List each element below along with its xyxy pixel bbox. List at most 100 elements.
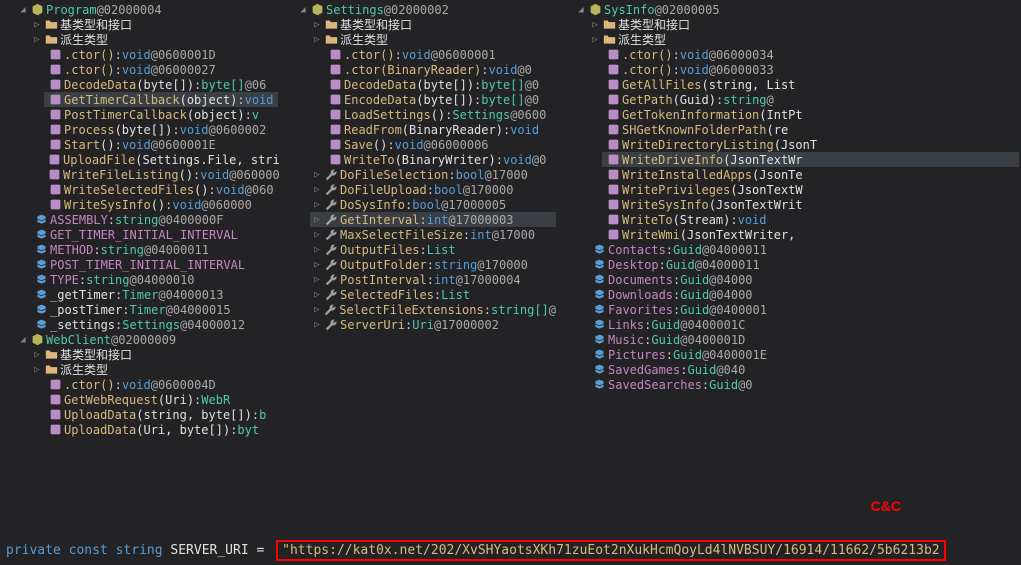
chevron-icon[interactable]: ▷ (312, 290, 322, 300)
method-node[interactable]: Start() : void @0600001E (44, 137, 278, 152)
method-node[interactable]: .ctor() : void @06000027 (44, 62, 278, 77)
field-node[interactable]: SavedSearches : Guid @0 (588, 377, 1019, 392)
method-node[interactable]: GetAllFiles(string, List (602, 77, 1019, 92)
chevron-icon[interactable]: ▷ (312, 20, 322, 30)
method-node[interactable]: ReadFrom(BinaryReader) : void (324, 122, 556, 137)
method-node[interactable]: Save() : void @06000006 (324, 137, 556, 152)
method-node[interactable]: GetWebRequest(Uri) : WebR (44, 392, 278, 407)
field-node[interactable]: _postTimer : Timer @04000015 (30, 302, 278, 317)
property-node[interactable]: ▷PostInterval : int @17000004 (310, 272, 556, 287)
field-node[interactable]: Documents : Guid @04000 (588, 272, 1019, 287)
folder-node[interactable]: ▷派生类型 (30, 362, 278, 377)
method-node[interactable]: WriteInstalledApps(JsonTe (602, 167, 1019, 182)
field-node[interactable]: POST_TIMER_INITIAL_INTERVAL (30, 257, 278, 272)
property-node[interactable]: ▷GetInterval : int @17000003 (310, 212, 556, 227)
folder-node[interactable]: ▷基类型和接口 (30, 347, 278, 362)
method-node[interactable]: WriteSysInfo(JsonTextWrit (602, 197, 1019, 212)
chevron-icon[interactable]: ◢ (18, 335, 28, 345)
chevron-icon[interactable]: ▷ (32, 20, 42, 30)
chevron-icon[interactable]: ▷ (312, 200, 322, 210)
field-node[interactable]: Contacts : Guid @04000011 (588, 242, 1019, 257)
chevron-icon[interactable]: ▷ (312, 260, 322, 270)
chevron-icon[interactable]: ◢ (298, 5, 308, 15)
method-node[interactable]: Process(byte[]) : void @0600002 (44, 122, 278, 137)
field-node[interactable]: Pictures : Guid @0400001E (588, 347, 1019, 362)
method-node[interactable]: WritePrivileges(JsonTextW (602, 182, 1019, 197)
property-node[interactable]: ▷DoFileUpload : bool @170000 (310, 182, 556, 197)
field-node[interactable]: GET_TIMER_INITIAL_INTERVAL (30, 227, 278, 242)
method-node[interactable]: GetTokenInformation(IntPt (602, 107, 1019, 122)
chevron-icon[interactable]: ▷ (312, 275, 322, 285)
method-node[interactable]: .ctor() : void @0600001D (44, 47, 278, 62)
method-node[interactable]: .ctor() : void @06000034 (602, 47, 1019, 62)
method-node[interactable]: .ctor() : void @06000033 (602, 62, 1019, 77)
field-node[interactable]: Links : Guid @0400001C (588, 317, 1019, 332)
folder-node[interactable]: ▷基类型和接口 (588, 17, 1019, 32)
folder-node[interactable]: ▷派生类型 (30, 32, 278, 47)
method-node[interactable]: SHGetKnownFolderPath(re (602, 122, 1019, 137)
property-node[interactable]: ▷OutputFolder : string @170000 (310, 257, 556, 272)
method-node[interactable]: WriteDriveInfo(JsonTextWr (602, 152, 1019, 167)
field-node[interactable]: Downloads : Guid @04000 (588, 287, 1019, 302)
field-node[interactable]: TYPE : string @04000010 (30, 272, 278, 287)
chevron-icon[interactable]: ◢ (18, 5, 28, 15)
field-node[interactable]: Desktop : Guid @04000011 (588, 257, 1019, 272)
field-node[interactable]: METHOD : string @04000011 (30, 242, 278, 257)
method-node[interactable]: GetTimerCallback(object) : void (44, 92, 278, 107)
folder-node[interactable]: ▷基类型和接口 (30, 17, 278, 32)
chevron-icon[interactable]: ▷ (32, 35, 42, 45)
chevron-icon[interactable]: ▷ (312, 230, 322, 240)
chevron-icon[interactable]: ▷ (312, 305, 322, 315)
method-node[interactable]: .ctor(BinaryReader) : void @0 (324, 62, 556, 77)
chevron-icon[interactable]: ▷ (32, 350, 42, 360)
method-node[interactable]: WriteTo(Stream) : void (602, 212, 1019, 227)
field-node[interactable]: ASSEMBLY : string @0400000F (30, 212, 278, 227)
method-node[interactable]: WriteDirectoryListing(JsonT (602, 137, 1019, 152)
method-node[interactable]: UploadData(Uri, byte[]) : byt (44, 422, 278, 437)
property-node[interactable]: ▷ServerUri : Uri @17000002 (310, 317, 556, 332)
method-node[interactable]: EncodeData(byte[]) : byte[] @0 (324, 92, 556, 107)
chevron-icon[interactable]: ▷ (312, 320, 322, 330)
method-node[interactable]: WriteWmi(JsonTextWriter, (602, 227, 1019, 242)
chevron-icon[interactable]: ▷ (312, 170, 322, 180)
property-node[interactable]: ▷SelectedFiles : List (310, 287, 556, 302)
field-node[interactable]: _getTimer : Timer @04000013 (30, 287, 278, 302)
class-node[interactable]: ◢Settings @02000002 (296, 2, 556, 17)
chevron-icon[interactable]: ▷ (312, 215, 322, 225)
method-node[interactable]: UploadFile(Settings.File, string) : (44, 152, 278, 167)
chevron-icon[interactable]: ▷ (312, 245, 322, 255)
method-node[interactable]: PostTimerCallback(object) : v (44, 107, 278, 122)
method-node[interactable]: LoadSettings() : Settings @0600 (324, 107, 556, 122)
method-node[interactable]: GetPath(Guid) : string @ (602, 92, 1019, 107)
property-node[interactable]: ▷MaxSelectFileSize : int @17000 (310, 227, 556, 242)
chevron-icon[interactable]: ▷ (312, 185, 322, 195)
method-node[interactable]: WriteFileListing() : void @0600001 (44, 167, 278, 182)
method-node[interactable]: WriteTo(BinaryWriter) : void @0 (324, 152, 556, 167)
field-node[interactable]: Music : Guid @0400001D (588, 332, 1019, 347)
method-node[interactable]: WriteSelectedFiles() : void @060 (44, 182, 278, 197)
chevron-icon[interactable]: ▷ (32, 365, 42, 375)
method-node[interactable]: UploadData(string, byte[]) : b (44, 407, 278, 422)
method-node[interactable]: DecodeData(byte[]) : byte[] @0 (324, 77, 556, 92)
chevron-icon[interactable]: ▷ (312, 35, 322, 45)
class-node[interactable]: ◢Program @02000004 (16, 2, 278, 17)
folder-node[interactable]: ▷派生类型 (310, 32, 556, 47)
method-node[interactable]: .ctor() : void @06000001 (324, 47, 556, 62)
chevron-icon[interactable]: ◢ (576, 5, 586, 15)
class-node[interactable]: ◢SysInfo @02000005 (574, 2, 1019, 17)
class-node[interactable]: ◢WebClient @02000009 (16, 332, 278, 347)
folder-node[interactable]: ▷派生类型 (588, 32, 1019, 47)
property-node[interactable]: ▷SelectFileExtensions : string[] @ (310, 302, 556, 317)
method-node[interactable]: .ctor() : void @0600004D (44, 377, 278, 392)
folder-node[interactable]: ▷基类型和接口 (310, 17, 556, 32)
field-node[interactable]: _settings : Settings @04000012 (30, 317, 278, 332)
field-node[interactable]: Favorites : Guid @0400001 (588, 302, 1019, 317)
property-node[interactable]: ▷OutputFiles : List (310, 242, 556, 257)
property-node[interactable]: ▷DoSysInfo : bool @17000005 (310, 197, 556, 212)
chevron-icon[interactable]: ▷ (590, 35, 600, 45)
field-node[interactable]: SavedGames : Guid @040 (588, 362, 1019, 377)
chevron-icon[interactable]: ▷ (590, 20, 600, 30)
method-node[interactable]: WriteSysInfo() : void @060000 (44, 197, 278, 212)
property-node[interactable]: ▷DoFileSelection : bool @17000 (310, 167, 556, 182)
method-node[interactable]: DecodeData(byte[]) : byte[] @06 (44, 77, 278, 92)
